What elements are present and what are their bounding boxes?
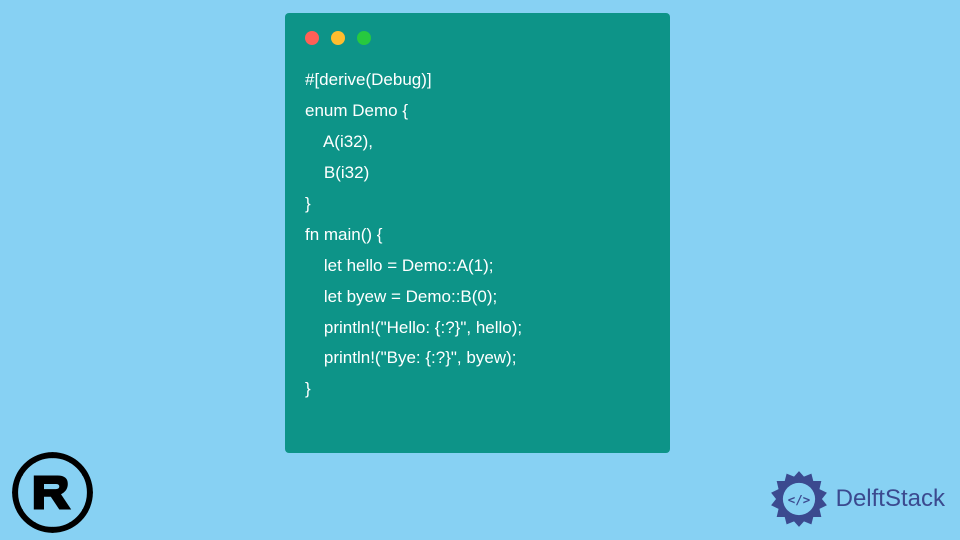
code-window: #[derive(Debug)] enum Demo { A(i32), B(i… — [285, 13, 670, 453]
delftstack-logo: </> DelftStack — [768, 468, 945, 530]
maximize-icon[interactable] — [357, 31, 371, 45]
minimize-icon[interactable] — [331, 31, 345, 45]
rust-logo-icon — [10, 450, 95, 535]
delftstack-label: DelftStack — [836, 485, 945, 513]
window-controls — [305, 31, 650, 45]
close-icon[interactable] — [305, 31, 319, 45]
delftstack-gear-icon: </> — [768, 468, 830, 530]
code-block: #[derive(Debug)] enum Demo { A(i32), B(i… — [305, 65, 650, 405]
svg-text:</>: </> — [787, 492, 809, 507]
